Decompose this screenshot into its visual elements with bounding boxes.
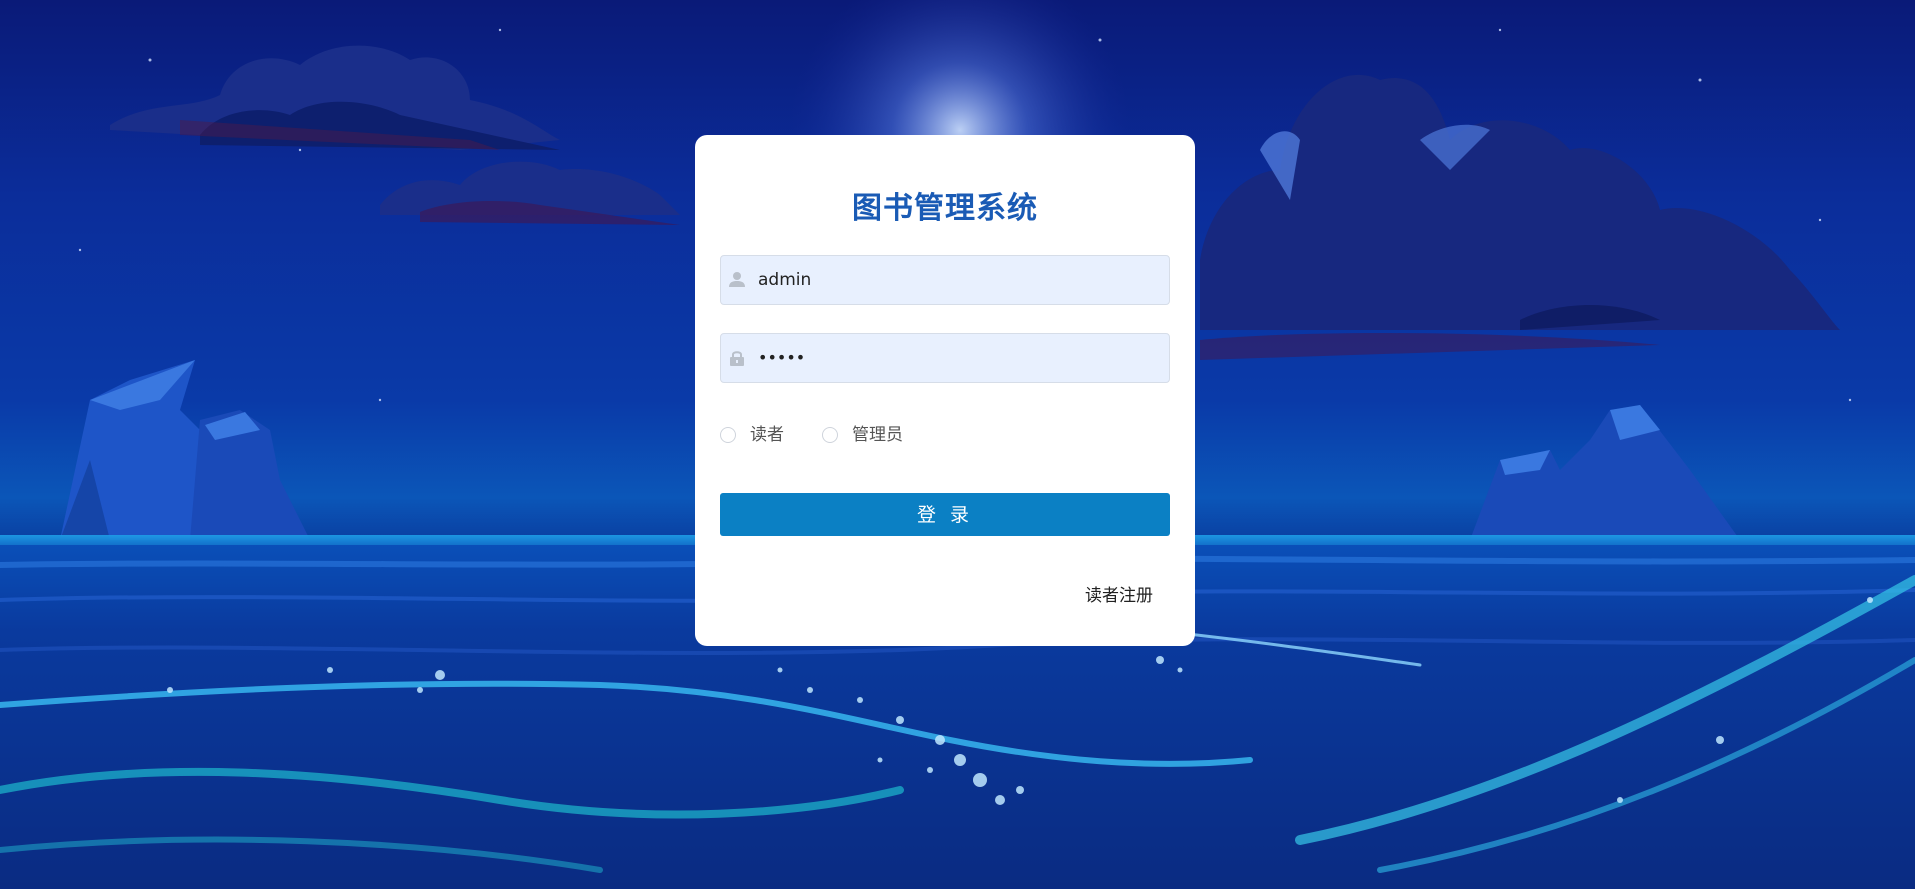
role-reader-label: 读者 xyxy=(750,425,784,445)
role-admin-radio[interactable]: 管理员 xyxy=(822,423,942,447)
reader-register-link[interactable]: 读者注册 xyxy=(1085,581,1153,606)
role-admin-label: 管理员 xyxy=(852,425,903,445)
role-reader-radio[interactable]: 读者 xyxy=(720,423,800,447)
password-field[interactable]: ••••• xyxy=(720,333,1170,383)
username-value: admin xyxy=(758,270,812,290)
username-field[interactable]: admin xyxy=(720,255,1170,305)
login-page: 图书管理系统 admin ••••• 读者 管理员 登 录 读者注册 xyxy=(0,0,1915,889)
user-icon xyxy=(729,272,745,287)
login-button[interactable]: 登 录 xyxy=(720,493,1170,536)
page-title: 图书管理系统 xyxy=(852,191,1038,226)
radio-circle[interactable] xyxy=(720,427,736,443)
login-card: 图书管理系统 admin ••••• 读者 管理员 登 录 读者注册 xyxy=(695,135,1195,646)
password-value: ••••• xyxy=(758,348,806,367)
radio-circle[interactable] xyxy=(822,427,838,443)
lock-icon xyxy=(730,351,744,366)
